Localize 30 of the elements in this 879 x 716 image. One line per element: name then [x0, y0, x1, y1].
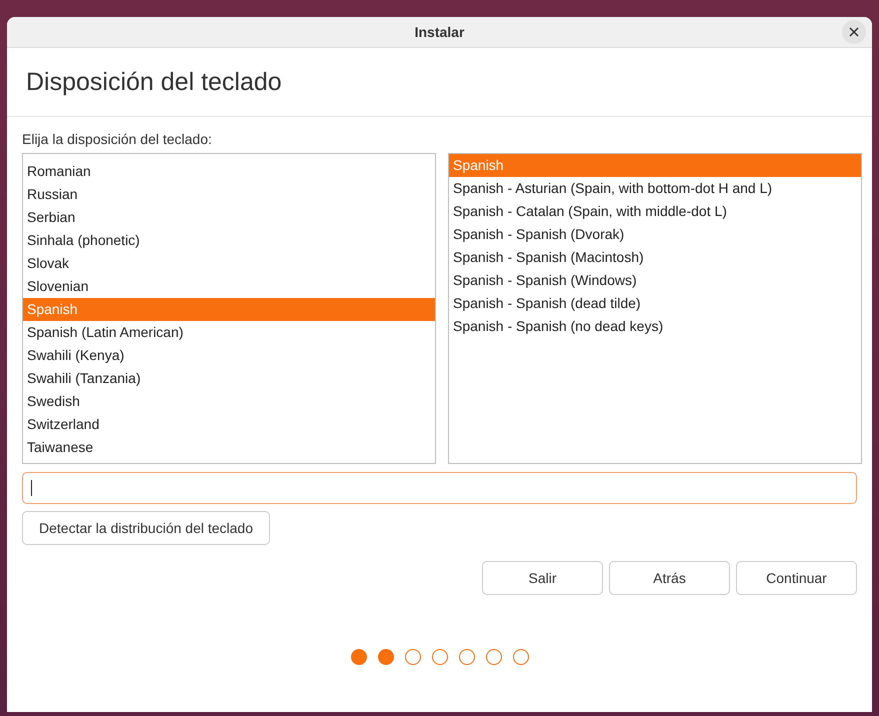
layout-item[interactable]: Slovenian: [23, 275, 435, 298]
variant-item[interactable]: Spanish - Spanish (Macintosh): [449, 246, 861, 269]
variant-item[interactable]: Spanish - Spanish (Windows): [449, 269, 861, 292]
layout-item[interactable]: Romanian: [23, 160, 435, 183]
layout-item[interactable]: Swedish: [23, 390, 435, 413]
layout-item[interactable]: Switzerland: [23, 413, 435, 436]
layout-item[interactable]: Slovak: [23, 252, 435, 275]
close-icon: [849, 27, 859, 37]
detect-layout-button[interactable]: Detectar la distribución del teclado: [22, 511, 270, 545]
test-input-field[interactable]: [22, 472, 857, 504]
variant-item[interactable]: Spanish - Spanish (dead tilde): [449, 292, 861, 315]
nav-button[interactable]: Salir: [482, 561, 603, 595]
nav-button[interactable]: Continuar: [736, 561, 857, 595]
layout-item[interactable]: Spanish (Latin American): [23, 321, 435, 344]
layout-item[interactable]: Sinhala (phonetic): [23, 229, 435, 252]
layout-item[interactable]: Taiwanese: [23, 436, 435, 459]
close-button[interactable]: [842, 20, 866, 44]
layout-item[interactable]: Serbian: [23, 206, 435, 229]
layout-item[interactable]: Swahili (Tanzania): [23, 367, 435, 390]
window-title: Instalar: [414, 24, 464, 40]
variant-item[interactable]: Spanish - Spanish (no dead keys): [449, 315, 861, 338]
variant-item[interactable]: Spanish - Spanish (Dvorak): [449, 223, 861, 246]
text-cursor: [31, 480, 32, 496]
variant-item[interactable]: Spanish - Asturian (Spain, with bottom-dot H and L): [449, 177, 861, 200]
variant-item[interactable]: Spanish - Catalan (Spain, with middle-dot L): [449, 200, 861, 223]
layout-item[interactable]: Swahili (Kenya): [23, 344, 435, 367]
layout-item[interactable]: Russian: [23, 183, 435, 206]
nav-button[interactable]: Atrás: [609, 561, 730, 595]
page-heading: Disposición del teclado: [7, 48, 872, 117]
prompt-label: Elija la disposición del teclado:: [22, 131, 213, 147]
